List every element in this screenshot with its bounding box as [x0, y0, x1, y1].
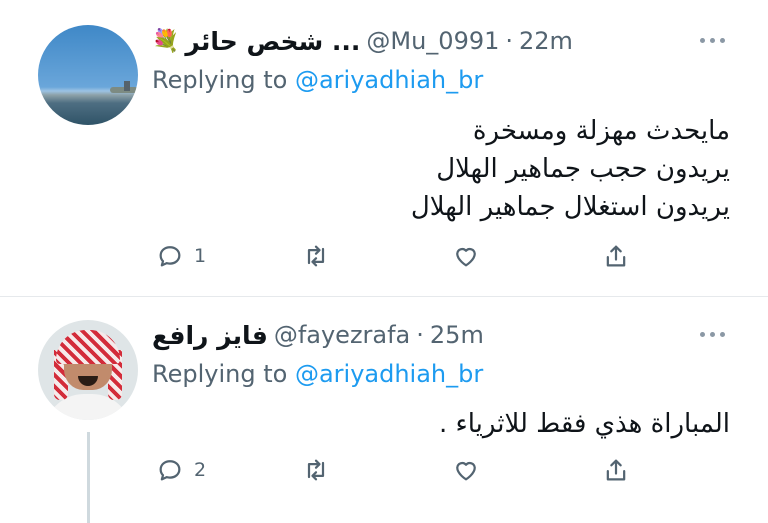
tweet-text: مايحدث مهزلة ومسخرة يريدون حجب جماهير ال…: [411, 112, 730, 226]
tweet-header: 💐 شخص حائر ... @Mu_0991 · 22m: [152, 24, 573, 58]
share-icon: [606, 459, 626, 481]
avatar[interactable]: [38, 25, 138, 125]
heart-icon: [456, 462, 476, 481]
display-name[interactable]: فايز رافع: [152, 321, 268, 350]
reply-count: 1: [194, 245, 207, 267]
replying-prefix: Replying to: [152, 66, 288, 94]
replying-handle-link[interactable]: @ariyadhiah_br: [295, 66, 483, 94]
retweet-icon: [307, 245, 325, 267]
reply-icon: [159, 460, 181, 481]
replying-to: Replying to @ariyadhiah_br: [152, 66, 483, 94]
share-button[interactable]: [602, 456, 630, 484]
separator: ·: [416, 321, 424, 349]
reply-button[interactable]: 2: [156, 456, 206, 484]
tweet-text-line: مايحدث مهزلة ومسخرة: [472, 116, 730, 146]
user-handle[interactable]: @fayezrafa: [274, 321, 410, 349]
timestamp[interactable]: 25m: [430, 321, 484, 349]
name-emoji: 💐: [152, 28, 180, 54]
more-icon[interactable]: [700, 38, 725, 43]
display-name[interactable]: شخص حائر ...: [185, 27, 360, 56]
heart-icon: [456, 248, 476, 267]
retweet-icon: [307, 459, 325, 481]
share-icon: [606, 245, 626, 267]
replying-to: Replying to @ariyadhiah_br: [152, 360, 483, 388]
user-handle[interactable]: @Mu_0991: [366, 27, 499, 55]
replying-prefix: Replying to: [152, 360, 288, 388]
separator: ·: [505, 27, 514, 55]
timestamp[interactable]: 22m: [519, 27, 573, 55]
tweet-actions: 2: [152, 456, 652, 490]
retweet-button[interactable]: [302, 456, 340, 484]
like-button[interactable]: [452, 456, 490, 484]
tweet-header: فايز رافع @fayezrafa · 25m: [152, 318, 484, 352]
retweet-button[interactable]: [302, 242, 340, 270]
tweet-text-line: يريدون استغلال جماهير الهلال: [410, 192, 730, 222]
reply-count: 2: [194, 459, 207, 481]
share-button[interactable]: [602, 242, 630, 270]
reply-button[interactable]: 1: [156, 242, 206, 270]
tweet-text: المباراة هذي فقط للاثرياء .: [439, 405, 730, 443]
tweet-divider: [0, 296, 768, 297]
tweet-actions: 1: [152, 242, 652, 276]
reply-icon: [159, 246, 181, 267]
like-button[interactable]: [452, 242, 490, 270]
tweet-text-line: يريدون حجب جماهير الهلال: [436, 154, 730, 184]
more-icon[interactable]: [700, 332, 725, 337]
replying-handle-link[interactable]: @ariyadhiah_br: [295, 360, 483, 388]
avatar[interactable]: [38, 320, 138, 420]
tweet-text-line: المباراة هذي فقط للاثرياء .: [438, 409, 730, 439]
thread-line: [87, 432, 90, 523]
